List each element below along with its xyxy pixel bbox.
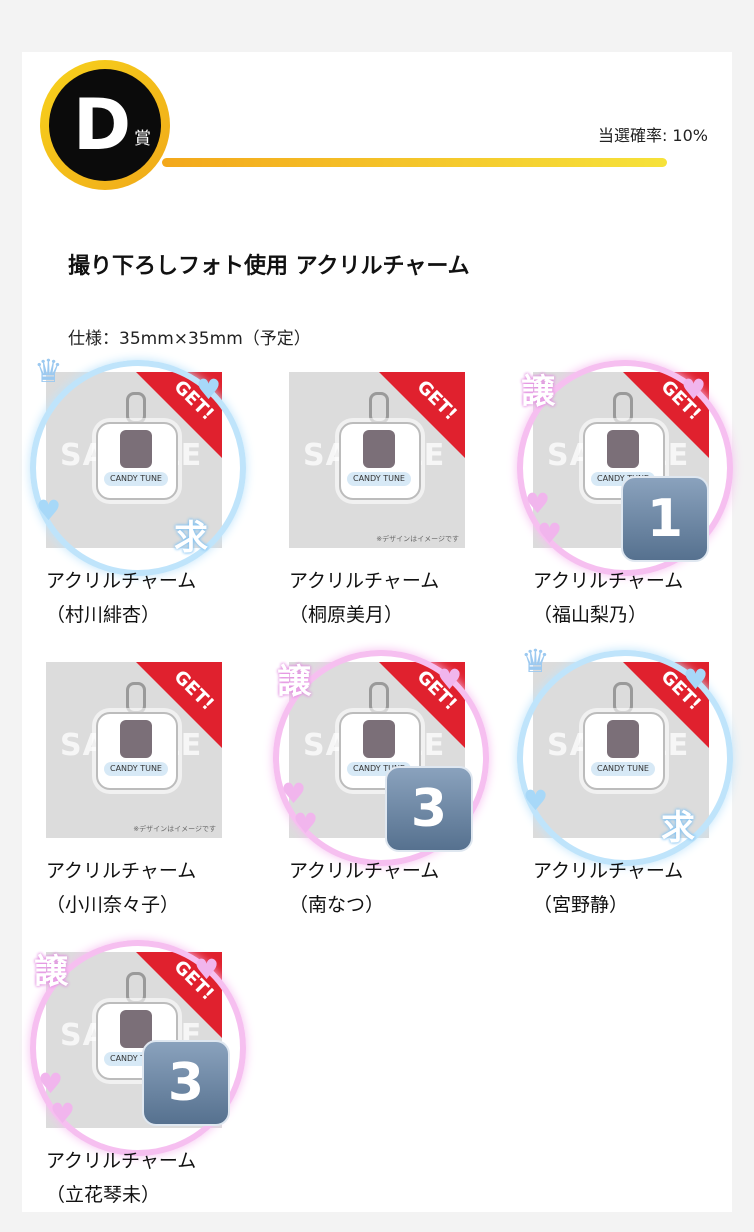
product-name-line: アクリルチャーム <box>289 860 440 882</box>
charm-logo: CANDY TUNE <box>347 472 411 486</box>
product-item[interactable]: SAMPLECANDY TUNEGET!♛♥♥求アクリルチャーム（宮野静） <box>517 642 733 942</box>
quantity-badge: 3 <box>385 766 473 852</box>
product-member-line: （小川奈々子） <box>46 894 180 916</box>
image-note: ※デザインはイメージです <box>376 535 459 543</box>
product-name-line: アクリルチャーム <box>533 570 684 592</box>
product-thumbnail[interactable]: SAMPLECANDY TUNEGET! <box>533 662 709 838</box>
product-name: アクリルチャーム （福山梨乃） <box>533 564 683 632</box>
product-item[interactable]: SAMPLECANDY TUNEGET!譲♥♥♥3アクリルチャーム（立花琴未） <box>30 940 246 1232</box>
product-name-line: アクリルチャーム <box>46 570 197 592</box>
product-name: アクリルチャーム （南なつ） <box>289 854 439 922</box>
product-member-line: （桐原美月） <box>289 604 404 626</box>
product-name: アクリルチャーム （桐原美月） <box>289 564 439 632</box>
product-name: アクリルチャーム （立花琴未） <box>46 1144 196 1212</box>
quantity-badge: 3 <box>142 1040 230 1126</box>
product-member-line: （南なつ） <box>289 894 385 916</box>
product-name: アクリルチャーム （村川緋杏） <box>46 564 196 632</box>
charm-logo: CANDY TUNE <box>104 472 168 486</box>
product-member-line: （村川緋杏） <box>46 604 161 626</box>
product-name: アクリルチャーム （宮野静） <box>533 854 683 922</box>
item-title: 撮り下ろしフォト使用 アクリルチャーム <box>68 254 470 279</box>
prize-rank-badge: D 賞 <box>40 60 170 190</box>
charm-logo: CANDY TUNE <box>104 762 168 776</box>
product-item[interactable]: SAMPLECANDY TUNEGET!♛♥♥求アクリルチャーム（村川緋杏） <box>30 352 246 652</box>
product-item[interactable]: SAMPLECANDY TUNEGET!譲♥♥♥1アクリルチャーム（福山梨乃） <box>517 360 733 652</box>
item-spec: 仕様：35mm×35mm（予定） <box>68 329 311 349</box>
product-item[interactable]: SAMPLECANDY TUNEGET!譲♥♥♥3アクリルチャーム（南なつ） <box>273 650 489 942</box>
product-thumbnail[interactable]: SAMPLECANDY TUNEGET! <box>46 372 222 548</box>
product-item[interactable]: SAMPLECANDY TUNEGET!※デザインはイメージですアクリルチャーム… <box>46 662 246 942</box>
charm-logo: CANDY TUNE <box>591 762 655 776</box>
product-member-line: （宮野静） <box>533 894 629 916</box>
product-name-line: アクリルチャーム <box>46 860 197 882</box>
prize-suffix: 賞 <box>134 129 151 149</box>
win-rate: 当選確率: 10% <box>597 126 708 145</box>
product-member-line: （立花琴未） <box>46 1184 161 1206</box>
product-item[interactable]: SAMPLECANDY TUNEGET!※デザインはイメージですアクリルチャーム… <box>289 372 489 652</box>
prize-rank-inner: D 賞 <box>49 69 161 181</box>
product-thumbnail[interactable]: SAMPLECANDY TUNEGET!※デザインはイメージです <box>289 372 465 548</box>
product-thumbnail[interactable]: SAMPLECANDY TUNEGET!※デザインはイメージです <box>46 662 222 838</box>
product-name-line: アクリルチャーム <box>533 860 684 882</box>
product-name-line: アクリルチャーム <box>46 1150 197 1172</box>
product-name-line: アクリルチャーム <box>289 570 440 592</box>
image-note: ※デザインはイメージです <box>133 825 216 833</box>
product-member-line: （福山梨乃） <box>533 604 648 626</box>
prize-divider <box>162 158 667 167</box>
quantity-badge: 1 <box>621 476 709 562</box>
product-name: アクリルチャーム （小川奈々子） <box>46 854 196 922</box>
prize-letter: D <box>73 84 132 166</box>
